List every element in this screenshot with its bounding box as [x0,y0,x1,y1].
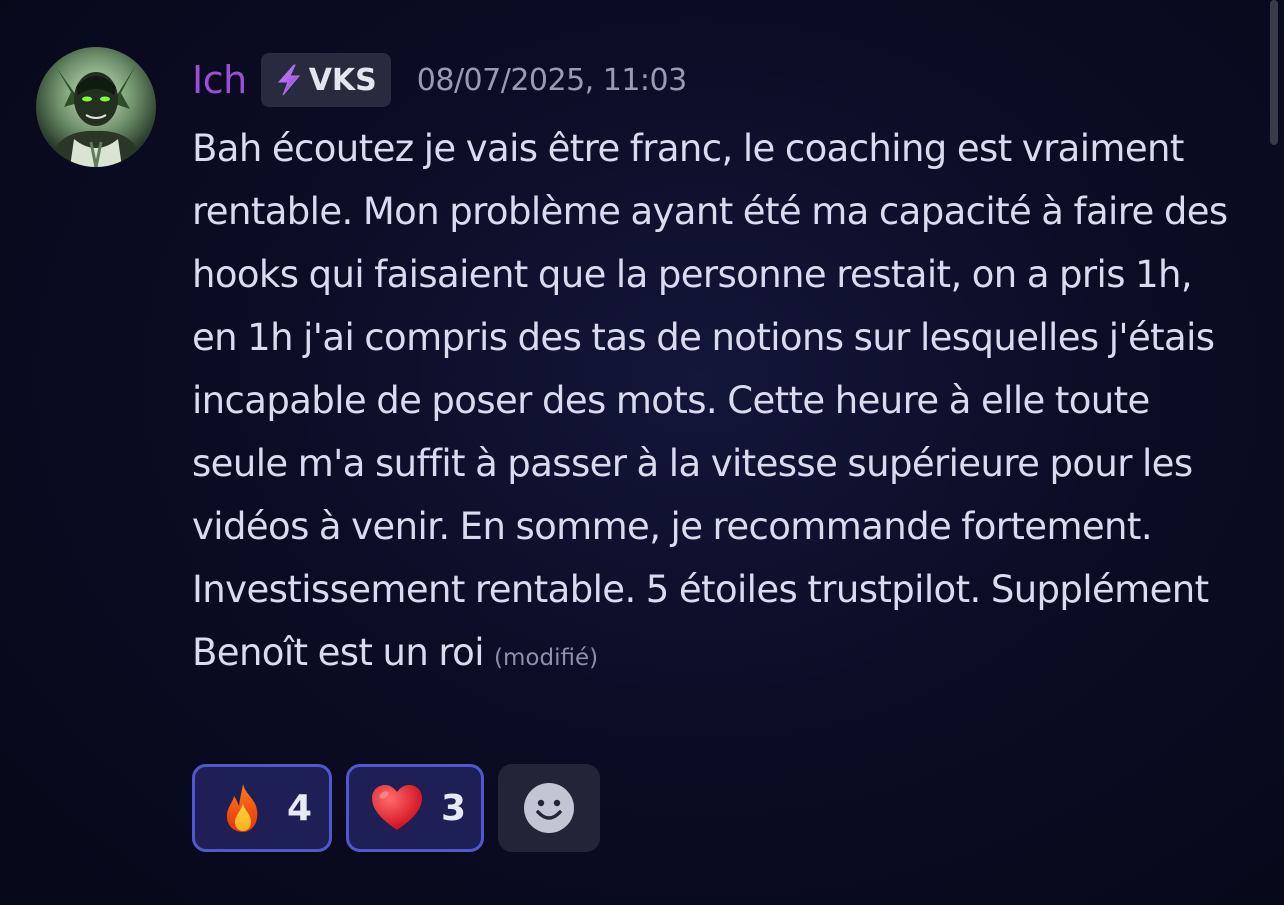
reaction-count: 4 [287,787,313,829]
reactions-bar: 4 3 [192,764,600,852]
edited-label[interactable]: (modifié) [494,645,598,671]
fire-emoji-icon [226,784,258,832]
add-reaction-button[interactable] [498,764,600,852]
user-avatar[interactable] [36,47,156,167]
author-username[interactable]: Ich [192,58,247,102]
smiley-add-reaction-icon [524,783,574,833]
reaction-red-heart[interactable]: 3 [346,764,484,852]
message-timestamp[interactable]: 08/07/2025, 11:03 [417,63,687,98]
lightning-bolt-icon [277,64,300,96]
message-header: Ich VKS 08/07/2025, 11:03 [192,53,687,107]
server-tag-badge[interactable]: VKS [260,53,391,107]
reaction-count: 3 [441,787,467,829]
avatar-image [36,47,156,167]
message-text: Bah écoutez je vais être franc, le coach… [192,127,1228,674]
reaction-fire[interactable]: 4 [192,764,332,852]
red-heart-emoji-icon [372,785,422,830]
message-content: Bah écoutez je vais être franc, le coach… [192,117,1237,690]
server-tag-text: VKS [308,62,377,98]
scrollbar[interactable] [1270,0,1278,145]
